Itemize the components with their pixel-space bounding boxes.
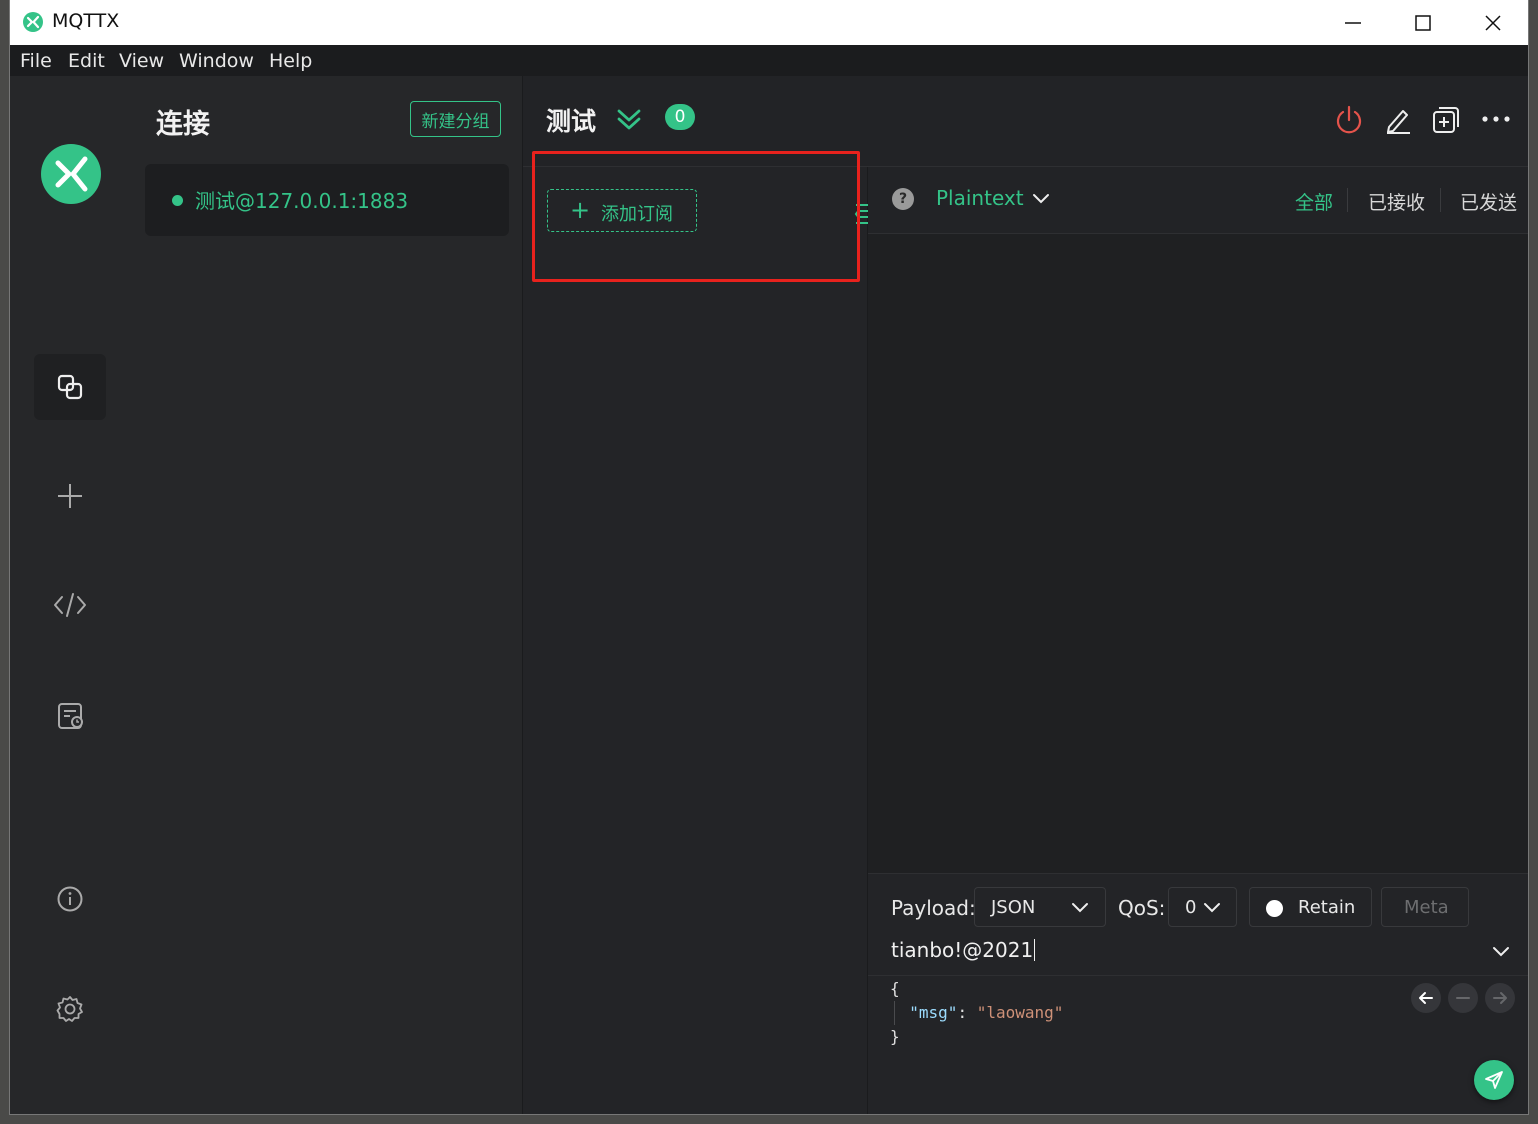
- nav-new-connection[interactable]: [34, 463, 106, 529]
- retain-radio: [1266, 900, 1283, 917]
- gear-icon: [56, 996, 83, 1022]
- qos-select[interactable]: 0: [1168, 887, 1237, 927]
- help-icon[interactable]: ?: [892, 188, 914, 210]
- history-forward-button[interactable]: [1485, 983, 1515, 1013]
- send-icon: [1485, 1071, 1503, 1089]
- nav-log[interactable]: [34, 682, 106, 748]
- edit-icon[interactable]: [1383, 105, 1413, 135]
- highlight-box: [532, 151, 860, 282]
- menu-window[interactable]: Window: [179, 50, 254, 72]
- filter-received[interactable]: 已接收: [1368, 188, 1425, 215]
- arrow-left-icon: [1419, 992, 1433, 1004]
- left-nav: [10, 76, 133, 1114]
- nav-script[interactable]: [34, 572, 106, 638]
- chevron-down-icon[interactable]: [1492, 946, 1510, 958]
- subscriptions-pane: + 添加订阅: [523, 167, 868, 1114]
- maximize-button[interactable]: [1388, 0, 1458, 45]
- chevron-down-icon: [1204, 903, 1220, 913]
- payload-editor[interactable]: { "msg": "laowang" }: [890, 977, 1063, 1049]
- close-icon: [1485, 15, 1501, 31]
- payload-view-select[interactable]: Plaintext: [936, 186, 1024, 210]
- unread-badge: 0: [665, 104, 695, 130]
- message-composer: Payload: JSON QoS: 0 Retain Meta tianbo!…: [868, 873, 1528, 1114]
- connection-label: 测试@127.0.0.1:1883: [195, 189, 409, 213]
- new-window-icon[interactable]: [1431, 105, 1461, 135]
- new-group-button[interactable]: 新建分组: [410, 101, 501, 137]
- nav-connections[interactable]: [34, 354, 106, 420]
- menu-view[interactable]: View: [119, 50, 164, 72]
- connections-icon: [57, 374, 83, 400]
- minus-icon: [1456, 997, 1470, 999]
- divider: [1347, 188, 1348, 212]
- info-icon: [57, 886, 83, 912]
- more-icon[interactable]: [1481, 114, 1511, 124]
- retain-toggle[interactable]: Retain: [1249, 887, 1372, 927]
- topic-input[interactable]: tianbo!@2021: [891, 938, 1036, 962]
- code-icon: [54, 593, 86, 617]
- payload-format-select[interactable]: JSON: [974, 887, 1106, 927]
- menu-file[interactable]: File: [20, 50, 52, 72]
- power-icon[interactable]: [1335, 105, 1363, 135]
- maximize-icon: [1415, 15, 1431, 31]
- double-chevron-down-icon[interactable]: [616, 108, 642, 132]
- filter-all[interactable]: 全部: [1295, 188, 1333, 215]
- mqttx-logo-icon: [41, 144, 101, 204]
- chevron-down-icon[interactable]: [1032, 193, 1050, 205]
- nav-about[interactable]: [34, 866, 106, 932]
- connection-name: 测试: [546, 107, 597, 136]
- chevron-down-icon: [1072, 903, 1088, 913]
- status-dot: [172, 195, 183, 206]
- log-icon: [58, 703, 83, 729]
- menu-bar: File Edit View Window Help: [10, 45, 1528, 76]
- close-button[interactable]: [1458, 0, 1528, 45]
- history-back-button[interactable]: [1411, 983, 1441, 1013]
- text-caret: [1034, 939, 1036, 961]
- minimize-icon: [1345, 22, 1361, 24]
- minimize-button[interactable]: [1318, 0, 1388, 45]
- connections-title: 连接: [156, 109, 210, 140]
- meta-button[interactable]: Meta: [1381, 887, 1469, 927]
- divider: [868, 975, 1528, 976]
- window-title: MQTTX: [52, 10, 120, 32]
- menu-edit[interactable]: Edit: [68, 50, 105, 72]
- mqttx-logo-icon: [23, 12, 43, 32]
- plus-icon: [58, 484, 82, 508]
- nav-settings[interactable]: [34, 976, 106, 1042]
- indent-guide: [894, 1001, 895, 1025]
- connection-item[interactable]: 测试@127.0.0.1:1883: [145, 164, 509, 236]
- filter-sent[interactable]: 已发送: [1460, 188, 1517, 215]
- history-clear-button[interactable]: [1448, 983, 1478, 1013]
- qos-label: QoS:: [1118, 896, 1166, 920]
- title-bar: MQTTX: [10, 0, 1528, 45]
- payload-label: Payload:: [891, 896, 976, 920]
- send-button[interactable]: [1474, 1060, 1514, 1100]
- messages-toolbar: ? Plaintext 全部 已接收 已发送: [868, 167, 1528, 234]
- menu-help[interactable]: Help: [269, 50, 312, 72]
- arrow-right-icon: [1493, 992, 1507, 1004]
- app-window: MQTTX File Edit View Window Help 连接 新建分组…: [10, 0, 1528, 1114]
- divider: [1440, 188, 1441, 212]
- connections-pane: 连接 新建分组 测试@127.0.0.1:1883: [133, 76, 523, 1114]
